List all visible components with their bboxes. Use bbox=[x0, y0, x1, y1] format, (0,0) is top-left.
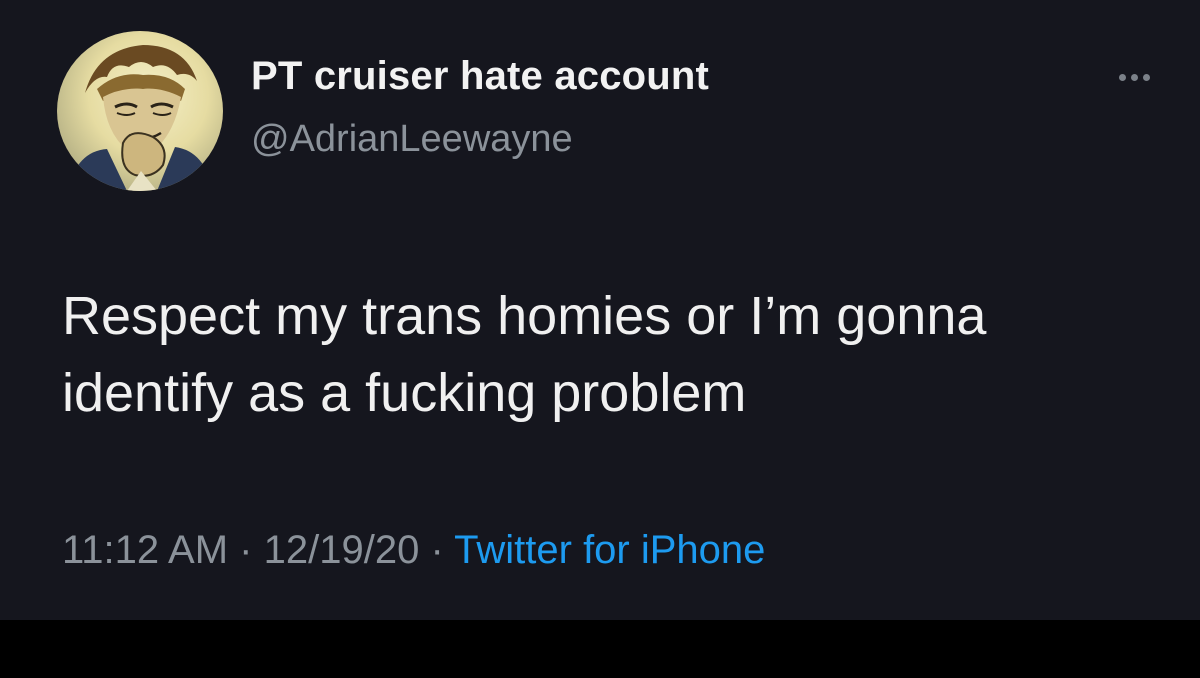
more-options-icon bbox=[1118, 73, 1126, 81]
separator: · bbox=[430, 528, 455, 572]
display-name[interactable]: PT cruiser hate account bbox=[251, 54, 709, 99]
tweet-text-line: Respect my trans homies or I’m gonna bbox=[62, 286, 987, 346]
more-options-button[interactable] bbox=[1110, 62, 1158, 92]
separator: · bbox=[239, 528, 264, 572]
tweet-card: PT cruiser hate account @AdrianLeewayne … bbox=[0, 0, 1200, 620]
tweet-time[interactable]: 11:12 AM bbox=[62, 528, 228, 572]
tweet-date[interactable]: 12/19/20 bbox=[264, 528, 420, 572]
avatar-image bbox=[67, 45, 213, 191]
tweet-text-line: identify as a fucking problem bbox=[62, 363, 747, 423]
tweet-metadata: 11:12 AM · 12/19/20 · Twitter for iPhone bbox=[62, 528, 765, 573]
user-handle[interactable]: @AdrianLeewayne bbox=[251, 118, 573, 161]
more-options-icon-dot bbox=[1130, 73, 1138, 81]
bottom-bar bbox=[0, 620, 1200, 678]
more-options-icon-dot bbox=[1142, 73, 1150, 81]
tweet-text: Respect my trans homies or I’m gonna ide… bbox=[62, 278, 1182, 432]
avatar[interactable] bbox=[57, 31, 223, 191]
tweet-source-link[interactable]: Twitter for iPhone bbox=[454, 528, 765, 572]
